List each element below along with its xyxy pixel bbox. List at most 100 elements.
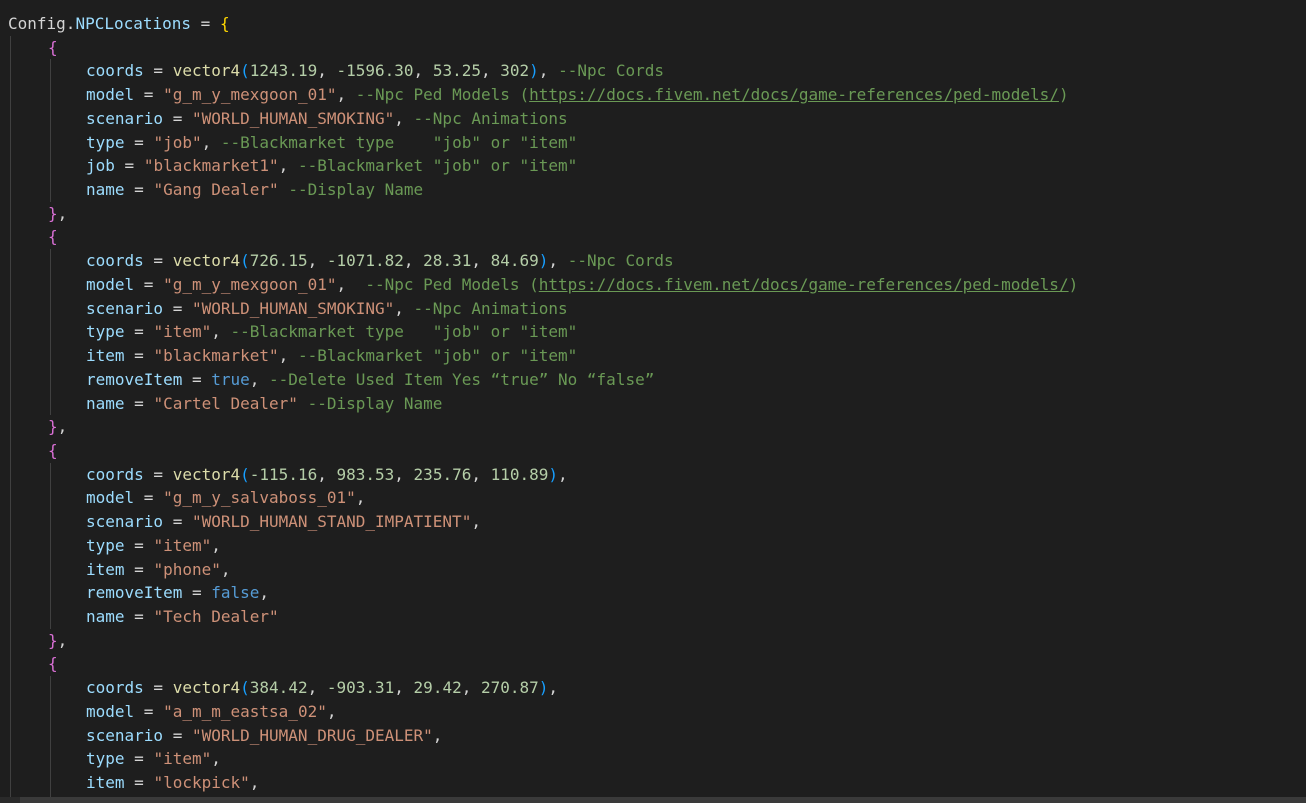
code-token: = xyxy=(143,61,173,81)
code-token: removeItem xyxy=(86,369,183,389)
code-token: = xyxy=(143,678,173,698)
code-token: "Gang Dealer" xyxy=(153,180,279,200)
code-line: coords = vector4(1243.19, -1596.30, 53.2… xyxy=(86,59,664,83)
code-token: , xyxy=(355,488,366,508)
code-line: removeItem = true, --Delete Used Item Ye… xyxy=(86,368,654,392)
code-token: --Delete Used Item Yes “true” No “false” xyxy=(269,369,655,389)
code-token: , xyxy=(57,417,68,437)
code-token: type xyxy=(86,749,125,769)
code-token: = xyxy=(124,132,154,152)
code-token: } xyxy=(48,203,58,223)
code-token: ) xyxy=(548,464,559,484)
code-token: 235.76 xyxy=(413,464,472,484)
code-token: true xyxy=(211,369,250,389)
code-token: name xyxy=(86,393,125,413)
code-token: , xyxy=(336,85,356,105)
code-line: type = "item", xyxy=(86,747,221,771)
code-token: item xyxy=(86,773,125,793)
code-token: , xyxy=(403,251,424,271)
code-token: , xyxy=(471,512,481,532)
code-token: Config. xyxy=(8,14,76,33)
code-token: } xyxy=(48,630,58,650)
code-token: = xyxy=(124,749,154,769)
code-editor[interactable]: Config.NPCLocations = {{coords = vector4… xyxy=(0,0,1306,803)
code-token: --Npc Ped Models ( xyxy=(355,85,530,105)
code-token: ( xyxy=(240,61,250,81)
code-token: --Blackmarket type "job" or "item" xyxy=(230,322,578,342)
scrollbar-thumb[interactable] xyxy=(20,797,1306,803)
code-line: { xyxy=(48,439,58,463)
code-token: scenario xyxy=(86,725,164,745)
code-line: type = "item", xyxy=(86,534,221,558)
code-token: ( xyxy=(240,464,250,484)
code-token: = xyxy=(134,274,164,294)
code-token: 1243.19 xyxy=(249,61,318,81)
code-line: }, xyxy=(48,202,67,226)
code-token: "WORLD_HUMAN_DRUG_DEALER" xyxy=(191,725,433,745)
code-token: , xyxy=(220,559,231,579)
code-token: , xyxy=(480,61,501,81)
code-token: , xyxy=(394,464,414,484)
horizontal-scrollbar[interactable] xyxy=(0,797,1306,803)
code-token: , xyxy=(201,132,221,152)
code-token: -115.16 xyxy=(249,464,318,484)
code-token: , xyxy=(471,251,491,271)
code-token: 110.89 xyxy=(490,464,549,484)
code-token: --Npc Cords xyxy=(567,251,674,271)
code-token: vector4 xyxy=(172,251,241,271)
code-token: = xyxy=(191,14,220,33)
code-token: 28.31 xyxy=(423,251,472,271)
code-token: = xyxy=(143,251,173,271)
code-token: = xyxy=(124,322,154,342)
code-token: --Display Name xyxy=(307,393,443,413)
code-line: coords = vector4(384.42, -903.31, 29.42,… xyxy=(86,676,558,700)
code-token: https://docs.fivem.net/docs/game-referen… xyxy=(538,274,1069,294)
code-token: "item" xyxy=(153,322,212,342)
code-token: --Npc Animations xyxy=(413,298,568,318)
code-token: = xyxy=(124,535,154,555)
code-token: removeItem xyxy=(86,583,183,603)
code-token: , xyxy=(326,701,337,721)
code-token: "item" xyxy=(153,749,212,769)
code-token: , xyxy=(249,773,260,793)
code-token: model xyxy=(86,274,135,294)
code-token: { xyxy=(219,14,230,33)
code-token: 983.53 xyxy=(336,464,395,484)
code-line: scenario = "WORLD_HUMAN_SMOKING", --Npc … xyxy=(86,107,568,131)
code-token: , xyxy=(461,678,481,698)
code-token: "a_m_m_eastsa_02" xyxy=(163,701,327,721)
code-token: "phone" xyxy=(153,559,221,579)
code-token: ( xyxy=(240,678,250,698)
code-token: = xyxy=(124,346,154,366)
indent-guide xyxy=(50,59,51,202)
code-token: model xyxy=(86,701,135,721)
code-token: , xyxy=(558,464,568,484)
code-token: = xyxy=(124,393,154,413)
code-token: , xyxy=(317,464,337,484)
code-token: , xyxy=(394,298,414,318)
code-token: ) xyxy=(538,251,549,271)
code-token: = xyxy=(124,559,154,579)
code-token: "job" xyxy=(153,132,202,152)
code-token: item xyxy=(86,559,125,579)
code-line: removeItem = false, xyxy=(86,581,269,605)
code-token: model xyxy=(86,85,135,105)
code-token: , xyxy=(548,251,568,271)
indent-guide xyxy=(10,35,11,803)
code-line: { xyxy=(48,652,58,676)
code-token: vector4 xyxy=(172,61,241,81)
code-line: item = "lockpick", xyxy=(86,771,259,795)
code-token: "WORLD_HUMAN_SMOKING" xyxy=(191,298,395,318)
code-token: job xyxy=(86,156,115,176)
code-token: "g_m_y_mexgoon_01" xyxy=(163,274,337,294)
code-token: ) xyxy=(538,678,549,698)
code-line: coords = vector4(726.15, -1071.82, 28.31… xyxy=(86,249,674,273)
code-token: type xyxy=(86,322,125,342)
code-token: , xyxy=(307,678,327,698)
code-line: model = "a_m_m_eastsa_02", xyxy=(86,700,336,724)
code-token: type xyxy=(86,132,125,152)
code-token: } xyxy=(48,417,58,437)
code-token: ( xyxy=(240,251,250,271)
code-token: name xyxy=(86,607,125,626)
